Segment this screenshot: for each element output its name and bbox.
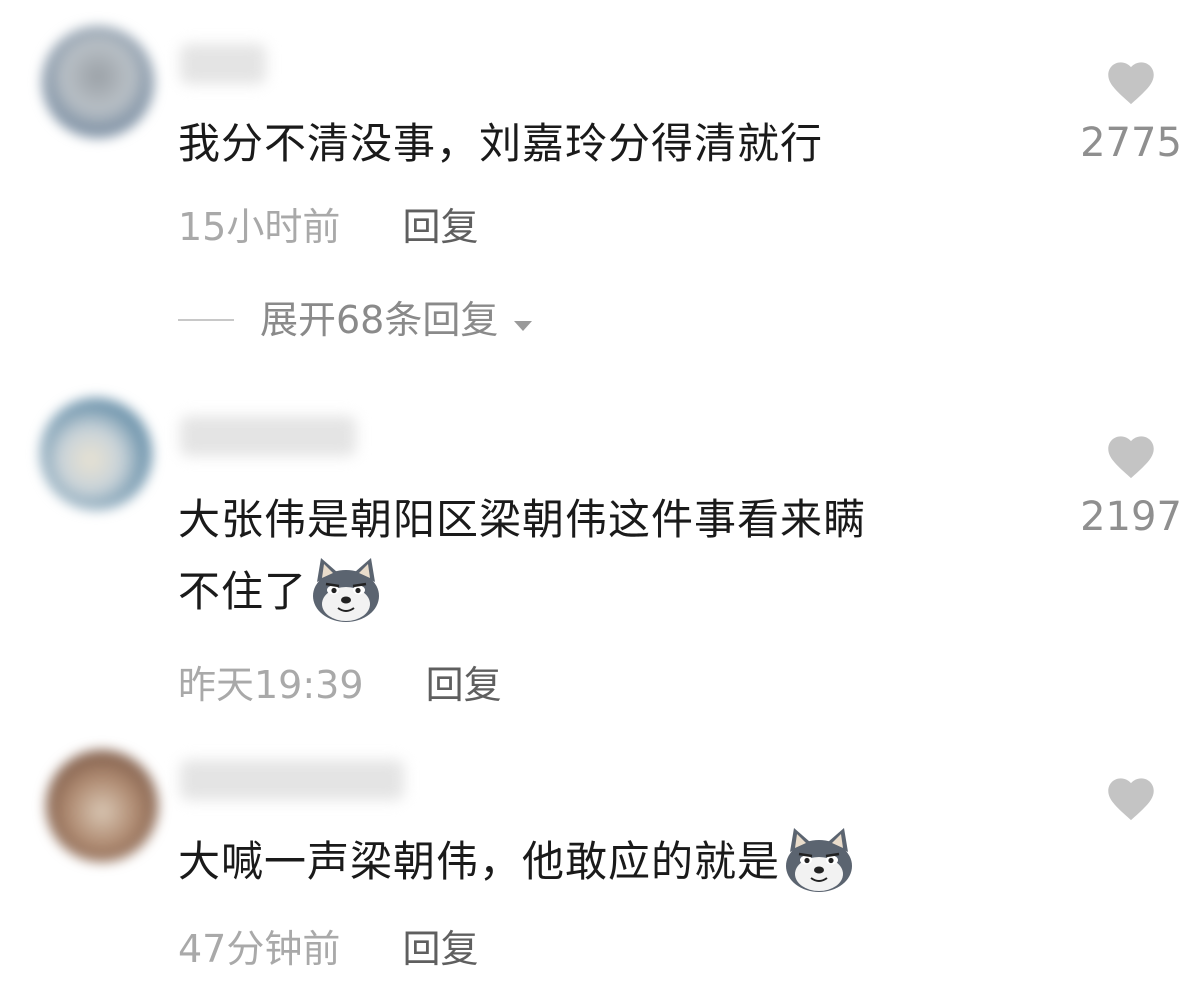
like-button[interactable] xyxy=(1066,772,1196,822)
comment-text-body: 大喊一声梁朝伟，他敢应的就是 xyxy=(178,837,781,886)
avatar[interactable] xyxy=(40,398,152,510)
avatar[interactable] xyxy=(42,26,154,138)
comment-item: 大喊一声梁朝伟，他敢应的就是 47分钟前 回复 xyxy=(0,730,1200,984)
comment-item: 我分不清没事，刘嘉玲分得清就行 15小时前 回复 2775 展开68条回复 xyxy=(0,0,1200,380)
heart-icon xyxy=(1108,62,1154,105)
comment-item: 大张伟是朝阳区梁朝伟这件事看来瞒 不住了 昨天19:39 回复 2197 xyxy=(0,380,1200,730)
username-blurred[interactable] xyxy=(180,416,356,456)
comment-time: 昨天19:39 xyxy=(178,663,364,707)
username-blurred[interactable] xyxy=(180,44,266,84)
comment-meta: 15小时前 回复 xyxy=(178,202,478,252)
reply-button[interactable]: 回复 xyxy=(402,927,478,971)
expand-replies-button[interactable]: 展开68条回复 xyxy=(178,292,534,348)
comment-time: 47分钟前 xyxy=(178,927,341,971)
husky-emoji-icon xyxy=(309,552,383,626)
comment-text: 大张伟是朝阳区梁朝伟这件事看来瞒 不住了 xyxy=(178,484,1058,632)
comment-time: 15小时前 xyxy=(178,205,341,249)
heart-icon xyxy=(1108,436,1154,479)
comment-text-tail: 不住了 xyxy=(178,567,308,616)
reply-button[interactable]: 回复 xyxy=(402,205,478,249)
like-button[interactable]: 2775 xyxy=(1066,56,1196,168)
comment-text-line: 大张伟是朝阳区梁朝伟这件事看来瞒 xyxy=(178,495,867,544)
comment-text: 大喊一声梁朝伟，他敢应的就是 xyxy=(178,826,856,902)
husky-emoji-icon xyxy=(782,822,856,896)
comment-text-line: 不住了 xyxy=(178,556,1058,632)
comment-meta: 昨天19:39 回复 xyxy=(178,660,502,710)
like-count: 2197 xyxy=(1080,494,1182,540)
username-blurred[interactable] xyxy=(180,760,404,800)
like-count: 2775 xyxy=(1080,120,1182,166)
triangle-down-icon xyxy=(512,292,534,348)
expand-replies-label: 展开68条回复 xyxy=(260,298,499,342)
comment-text: 我分不清没事，刘嘉玲分得清就行 xyxy=(178,119,824,168)
like-button[interactable]: 2197 xyxy=(1066,430,1196,542)
comment-meta: 47分钟前 回复 xyxy=(178,924,478,974)
divider-line xyxy=(178,319,234,321)
reply-button[interactable]: 回复 xyxy=(426,663,502,707)
heart-icon xyxy=(1108,778,1154,821)
avatar[interactable] xyxy=(46,750,158,862)
